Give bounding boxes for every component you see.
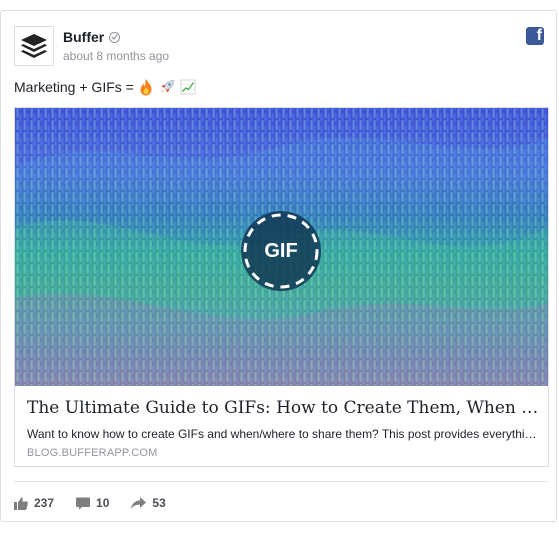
link-preview-card[interactable]: GIF The Ultimate Guide to GIFs: How to C… — [14, 107, 549, 467]
verified-icon — [109, 31, 121, 43]
share-count: 53 — [152, 496, 166, 510]
comment-count-button[interactable]: 10 — [76, 496, 109, 510]
rocket-emoji-icon — [158, 78, 176, 96]
thumbs-up-icon — [14, 496, 28, 510]
post-text-content: Marketing + GIFs = — [14, 79, 134, 95]
actions-divider — [14, 481, 548, 482]
engagement-stats: 237 10 53 — [14, 493, 166, 513]
link-title[interactable]: The Ultimate Guide to GIFs: How to Creat… — [27, 398, 539, 418]
facebook-logo-icon: f — [526, 27, 544, 45]
link-preview-image[interactable]: GIF — [15, 108, 548, 386]
facebook-post-card: Buffer about 8 months ago f Marketing + … — [0, 10, 557, 522]
post-text: Marketing + GIFs = — [14, 78, 197, 96]
fire-emoji-icon — [137, 78, 155, 96]
share-count-button[interactable]: 53 — [131, 496, 166, 510]
page-avatar[interactable] — [14, 26, 54, 66]
chart-increasing-emoji-icon — [179, 78, 197, 96]
buffer-logo-icon — [21, 34, 47, 58]
link-description: Want to know how to create GIFs and when… — [27, 427, 539, 441]
gif-badge-label: GIF — [264, 239, 298, 262]
post-timestamp[interactable]: about 8 months ago — [63, 49, 169, 63]
like-count-button[interactable]: 237 — [14, 496, 54, 510]
like-count: 237 — [34, 496, 55, 510]
gif-badge[interactable]: GIF — [241, 211, 321, 291]
share-arrow-icon — [131, 497, 147, 509]
page-name-row: Buffer — [63, 29, 121, 45]
comment-icon — [76, 497, 91, 510]
page-name[interactable]: Buffer — [63, 29, 104, 45]
comment-count: 10 — [96, 496, 110, 510]
link-domain: BLOG.BUFFERAPP.COM — [27, 447, 158, 459]
